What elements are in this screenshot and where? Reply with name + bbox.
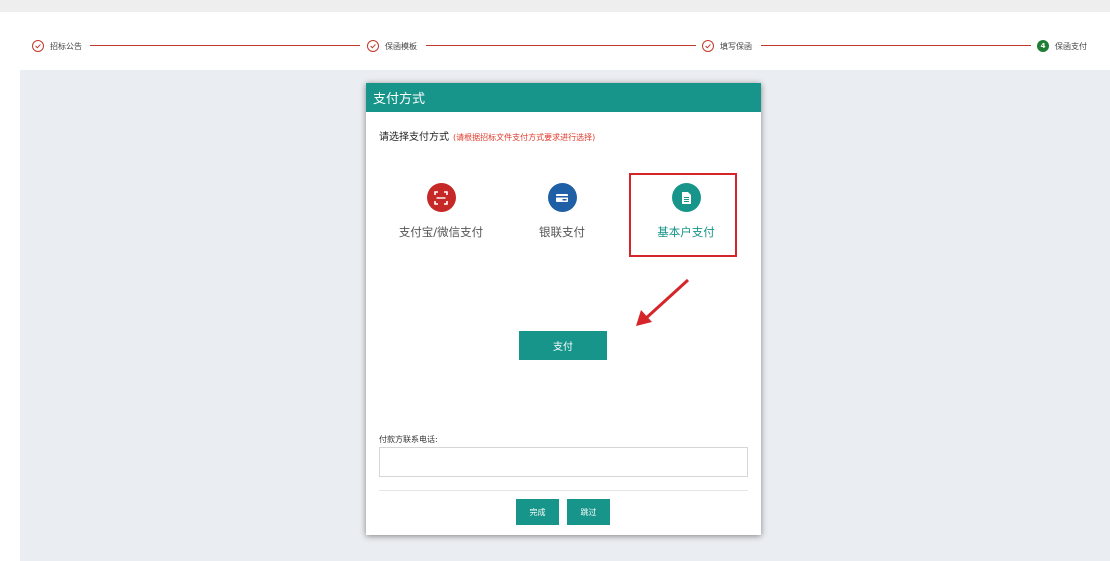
check-circle-icon	[702, 40, 714, 52]
pay-button[interactable]: 支付	[519, 331, 607, 360]
prompt-text: 请选择支付方式	[379, 132, 449, 143]
step-connector	[426, 45, 696, 46]
arrow-annotation-icon	[636, 278, 690, 326]
step-connector	[761, 45, 1031, 46]
step-label: 招标公告	[50, 41, 82, 51]
option-label: 银联支付	[539, 225, 585, 239]
left-edge	[0, 70, 7, 561]
dialog-divider	[379, 490, 748, 491]
option-label: 支付宝/微信支付	[398, 225, 484, 239]
payment-prompt: 请选择支付方式 (请根据招标文件支付方式要求进行选择)	[379, 128, 595, 143]
step-connector	[90, 45, 360, 46]
card-icon	[547, 183, 577, 212]
step-label: 保函支付	[1055, 41, 1087, 51]
step-template: 保函模板	[367, 39, 417, 53]
check-circle-icon	[32, 40, 44, 52]
option-unionpay[interactable]: 银联支付	[507, 183, 617, 240]
step-payment: 4 保函支付	[1037, 39, 1087, 53]
progress-steps: 招标公告 保函模板 填写保函 4 保函支付	[0, 12, 1110, 70]
option-alipay-wechat[interactable]: 支付宝/微信支付	[386, 183, 496, 240]
step-number-badge: 4	[1037, 40, 1049, 52]
step-label: 填写保函	[720, 41, 752, 51]
check-circle-icon	[367, 40, 379, 52]
top-strip	[0, 0, 1110, 12]
scan-icon	[426, 183, 456, 212]
step-announcement: 招标公告	[32, 39, 82, 53]
step-fill-guarantee: 填写保函	[702, 39, 752, 53]
dialog-header: 支付方式	[366, 83, 761, 112]
step-label: 保函模板	[385, 41, 417, 51]
done-button[interactable]: 完成	[516, 499, 559, 525]
payment-dialog: 支付方式 请选择支付方式 (请根据招标文件支付方式要求进行选择) 支付宝/微信支付…	[366, 83, 761, 535]
dialog-title: 支付方式	[373, 92, 426, 107]
prompt-hint: (请根据招标文件支付方式要求进行选择)	[453, 133, 596, 142]
skip-button[interactable]: 跳过	[567, 499, 610, 525]
selection-highlight-box	[629, 173, 737, 257]
phone-label: 付款方联系电话:	[379, 435, 438, 444]
phone-input[interactable]	[379, 447, 748, 477]
